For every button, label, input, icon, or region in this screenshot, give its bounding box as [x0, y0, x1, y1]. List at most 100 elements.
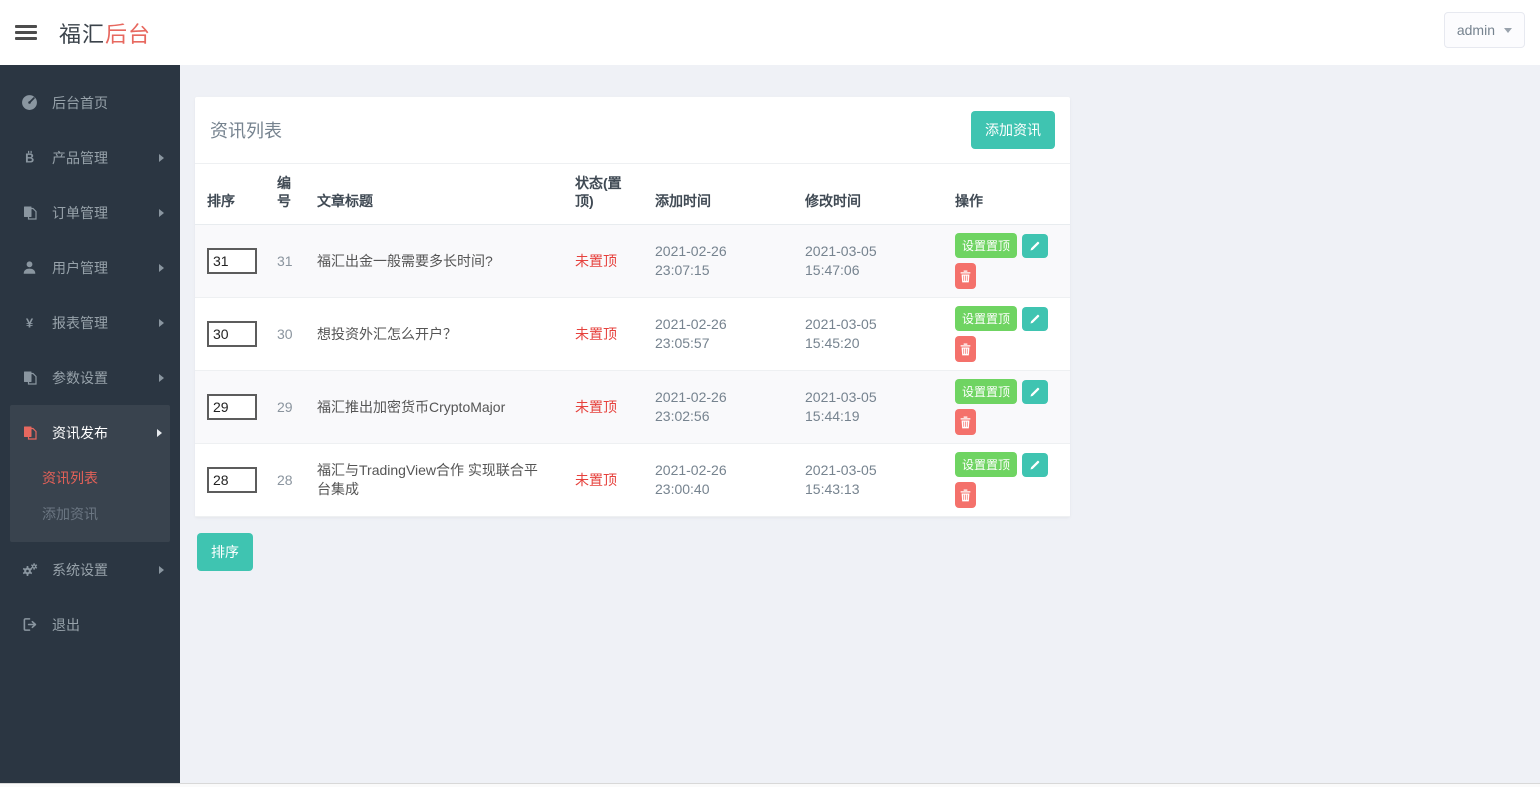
logout-icon: [20, 617, 39, 632]
sidebar-item-orders[interactable]: 订单管理: [0, 185, 180, 240]
sidebar-item-label: 产品管理: [52, 148, 159, 168]
row-id: 30: [265, 298, 305, 371]
edit-button[interactable]: [1022, 307, 1048, 331]
sidebar-subitem-add-news[interactable]: 添加资讯: [10, 496, 170, 532]
chevron-right-icon: [159, 374, 164, 382]
row-created-time: 2021-02-26 23:02:56: [643, 371, 793, 444]
trash-icon: [960, 343, 971, 356]
delete-button[interactable]: [955, 336, 976, 362]
sidebar-item-reports[interactable]: ¥ 报表管理: [0, 295, 180, 350]
status-badge: 未置顶: [563, 298, 643, 371]
edit-button[interactable]: [1022, 234, 1048, 258]
sidebar-item-users[interactable]: 用户管理: [0, 240, 180, 295]
trash-icon: [960, 270, 971, 283]
add-news-button[interactable]: 添加资讯: [971, 111, 1055, 149]
row-id: 31: [265, 225, 305, 298]
sidebar-item-logout[interactable]: 退出: [0, 597, 180, 652]
delete-button[interactable]: [955, 482, 976, 508]
row-title: 福汇推出加密货币CryptoMajor: [305, 371, 563, 444]
chevron-right-icon: [159, 566, 164, 574]
pencil-icon: [1029, 313, 1041, 325]
chevron-right-icon: [159, 154, 164, 162]
delete-button[interactable]: [955, 263, 976, 289]
row-created-time: 2021-02-26 23:05:57: [643, 298, 793, 371]
bitcoin-icon: B: [20, 150, 39, 166]
sidebar-item-news-publish[interactable]: 资讯发布: [10, 405, 170, 460]
row-modified-time: 2021-03-05 15:43:13: [793, 444, 943, 517]
chevron-right-icon: [159, 264, 164, 272]
brand-logo: 福汇后台: [59, 17, 151, 49]
edit-button[interactable]: [1022, 453, 1048, 477]
chevron-right-icon: [159, 319, 164, 327]
table-header-row: 排序 编号 文章标题 状态(置顶) 添加时间 修改时间 操作: [195, 164, 1070, 225]
main-content: 资讯列表 添加资讯 排序 编号 文章标题 状态(置顶) 添加时间 修改时间 操作: [180, 65, 1540, 783]
row-id: 29: [265, 371, 305, 444]
sidebar-item-label: 报表管理: [52, 313, 159, 333]
col-header-modified: 修改时间: [793, 164, 943, 225]
col-header-id: 编号: [265, 164, 305, 225]
row-id: 28: [265, 444, 305, 517]
status-badge: 未置顶: [563, 371, 643, 444]
sidebar-item-system-settings[interactable]: 系统设置: [0, 542, 180, 597]
brand-primary: 福汇: [59, 22, 105, 47]
sidebar-item-label: 后台首页: [52, 93, 164, 113]
horizontal-scrollbar[interactable]: [0, 783, 1540, 787]
col-header-created: 添加时间: [643, 164, 793, 225]
sort-input[interactable]: [207, 248, 257, 274]
pencil-icon: [1029, 386, 1041, 398]
trash-icon: [960, 416, 971, 429]
chevron-right-icon: [159, 209, 164, 217]
row-title: 福汇出金一般需要多长时间?: [305, 225, 563, 298]
user-icon: [20, 260, 39, 275]
table-row: 30 想投资外汇怎么开户？ 未置顶 2021-02-26 23:05:57 20…: [195, 298, 1070, 371]
sidebar-item-label: 系统设置: [52, 560, 159, 580]
set-top-button[interactable]: 设置置顶: [955, 233, 1017, 258]
status-badge: 未置顶: [563, 225, 643, 298]
sidebar-subitem-news-list[interactable]: 资讯列表: [10, 460, 170, 496]
set-top-button[interactable]: 设置置顶: [955, 379, 1017, 404]
row-created-time: 2021-02-26 23:00:40: [643, 444, 793, 517]
row-created-time: 2021-02-26 23:07:15: [643, 225, 793, 298]
sidebar-item-parameters[interactable]: 参数设置: [0, 350, 180, 405]
sidebar: 后台首页 B 产品管理 订单管理 用户管理 ¥ 报表管理 参数设置: [0, 65, 180, 783]
orders-icon: [20, 205, 39, 221]
edit-button[interactable]: [1022, 380, 1048, 404]
sidebar-item-label: 参数设置: [52, 368, 159, 388]
hamburger-menu-icon[interactable]: [15, 25, 37, 40]
table-row: 31 福汇出金一般需要多长时间? 未置顶 2021-02-26 23:07:15…: [195, 225, 1070, 298]
gears-icon: [20, 562, 39, 578]
sort-input[interactable]: [207, 467, 257, 493]
col-header-sort: 排序: [195, 164, 265, 225]
sidebar-item-dashboard[interactable]: 后台首页: [0, 75, 180, 130]
sidebar-item-label: 退出: [52, 615, 164, 635]
trash-icon: [960, 489, 971, 502]
col-header-status: 状态(置顶): [563, 164, 643, 225]
table-row: 28 福汇与TradingView合作 实现联合平台集成 未置顶 2021-02…: [195, 444, 1070, 517]
col-header-title: 文章标题: [305, 164, 563, 225]
table-row: 29 福汇推出加密货币CryptoMajor 未置顶 2021-02-26 23…: [195, 371, 1070, 444]
svg-text:B: B: [25, 151, 34, 165]
row-title: 福汇与TradingView合作 实现联合平台集成: [305, 444, 563, 517]
sort-input[interactable]: [207, 394, 257, 420]
pencil-icon: [1029, 459, 1041, 471]
user-dropdown[interactable]: admin: [1444, 12, 1525, 48]
status-badge: 未置顶: [563, 444, 643, 517]
card-header: 资讯列表 添加资讯: [195, 97, 1070, 164]
news-list-card: 资讯列表 添加资讯 排序 编号 文章标题 状态(置顶) 添加时间 修改时间 操作: [195, 97, 1070, 517]
set-top-button[interactable]: 设置置顶: [955, 306, 1017, 331]
params-icon: [20, 370, 39, 386]
chevron-right-icon: [157, 429, 162, 437]
chevron-down-icon: [1504, 28, 1512, 33]
sort-submit-button[interactable]: 排序: [197, 533, 253, 571]
row-title: 想投资外汇怎么开户？: [305, 298, 563, 371]
row-modified-time: 2021-03-05 15:45:20: [793, 298, 943, 371]
col-header-actions: 操作: [943, 164, 1070, 225]
sidebar-item-products[interactable]: B 产品管理: [0, 130, 180, 185]
svg-text:¥: ¥: [26, 315, 34, 330]
set-top-button[interactable]: 设置置顶: [955, 452, 1017, 477]
delete-button[interactable]: [955, 409, 976, 435]
yen-icon: ¥: [20, 315, 39, 331]
sidebar-group-news: 资讯发布 资讯列表 添加资讯: [10, 405, 170, 542]
sort-input[interactable]: [207, 321, 257, 347]
sidebar-item-label: 订单管理: [52, 203, 159, 223]
